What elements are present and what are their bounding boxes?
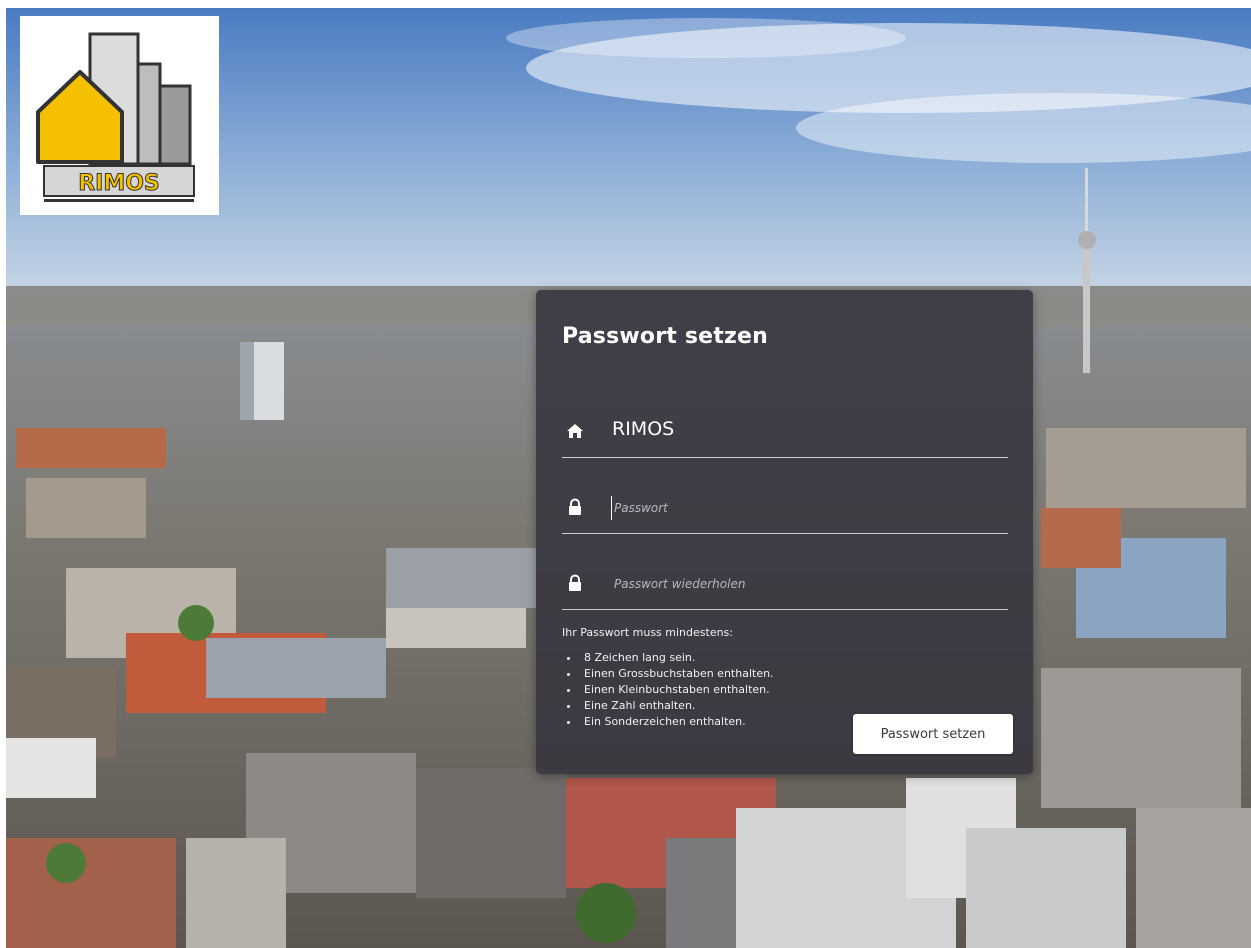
panel-title: Passwort setzen bbox=[562, 324, 768, 349]
company-logo: RIMOS bbox=[20, 16, 219, 215]
password-underline bbox=[562, 533, 1008, 534]
lock-icon bbox=[566, 574, 584, 592]
password-repeat-input[interactable] bbox=[610, 568, 1008, 600]
requirement-item: Eine Zahl enthalten. bbox=[580, 698, 774, 714]
requirement-item: Einen Kleinbuchstaben enthalten. bbox=[580, 682, 774, 698]
home-icon bbox=[566, 422, 584, 440]
set-password-button[interactable]: Passwort setzen bbox=[853, 714, 1013, 754]
requirements-heading: Ihr Passwort muss mindestens: bbox=[562, 626, 733, 639]
login-page: RIMOS Passwort setzen RIMOS Ihr Passwort… bbox=[0, 0, 1251, 948]
text-caret bbox=[611, 496, 612, 520]
lock-icon bbox=[566, 498, 584, 516]
company-name: RIMOS bbox=[612, 418, 675, 440]
password-input[interactable] bbox=[610, 492, 1008, 524]
requirement-item: Ein Sonderzeichen enthalten. bbox=[580, 714, 774, 730]
password-repeat-row bbox=[562, 560, 1008, 610]
password-repeat-underline bbox=[562, 609, 1008, 610]
company-underline bbox=[562, 457, 1008, 458]
requirement-item: 8 Zeichen lang sein. bbox=[580, 650, 774, 666]
password-row bbox=[562, 484, 1008, 534]
svg-text:RIMOS: RIMOS bbox=[78, 171, 160, 196]
set-password-panel: Passwort setzen RIMOS Ihr Passwort muss … bbox=[536, 290, 1033, 774]
requirement-item: Einen Grossbuchstaben enthalten. bbox=[580, 666, 774, 682]
requirements-list: 8 Zeichen lang sein. Einen Grossbuchstab… bbox=[562, 650, 774, 730]
company-row: RIMOS bbox=[562, 408, 1008, 458]
